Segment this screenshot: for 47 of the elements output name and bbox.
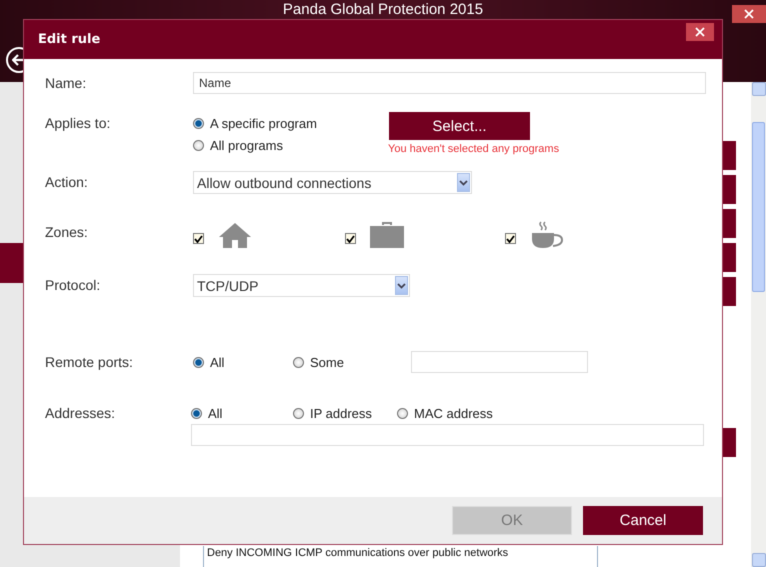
ports-field[interactable] xyxy=(411,351,588,373)
checkbox[interactable] xyxy=(505,233,516,244)
app-close-button[interactable] xyxy=(732,5,766,23)
radio-button[interactable]: A specific program xyxy=(193,112,333,134)
field-label: Zones: xyxy=(45,223,89,242)
close-icon xyxy=(695,27,705,37)
rule-list-item[interactable]: Deny INCOMING ICMP communications over public networks xyxy=(203,546,598,567)
error-message: You haven't selected any programs xyxy=(388,143,560,155)
field-label: Addresses: xyxy=(45,404,116,423)
dialog-close-button[interactable] xyxy=(686,23,714,41)
checkbox[interactable] xyxy=(345,233,356,244)
name-field[interactable]: Name xyxy=(193,72,706,94)
action-button[interactable] xyxy=(723,243,736,272)
select-button[interactable]: Select... xyxy=(389,112,530,140)
briefcase-icon xyxy=(370,221,404,248)
action-button[interactable] xyxy=(723,277,736,306)
radio-button[interactable]: All xyxy=(191,402,293,424)
field-label: Applies to: xyxy=(45,114,112,133)
scrollbar-thumb[interactable] xyxy=(752,122,765,292)
checkbox[interactable] xyxy=(193,233,204,244)
app-title: Panda Global Protection 2015 xyxy=(282,1,484,18)
field-label: Protocol: xyxy=(45,276,102,295)
sidebar-item[interactable] xyxy=(0,243,23,283)
dialog-title: Edit rule xyxy=(38,32,100,47)
field-label: Name: xyxy=(45,74,88,93)
cancel-button[interactable]: Cancel xyxy=(583,506,703,535)
scroll-down-button[interactable] xyxy=(752,553,766,567)
field-label: Remote ports: xyxy=(45,353,134,372)
field-label: Action: xyxy=(45,173,89,192)
address-field[interactable] xyxy=(191,424,704,446)
radio-button[interactable]: IP address xyxy=(293,402,397,424)
action-button[interactable] xyxy=(723,209,736,238)
protocol-dropdown[interactable]: TCP/UDP xyxy=(193,274,410,297)
radio-button[interactable]: All programs xyxy=(193,134,333,156)
scroll-up-button[interactable] xyxy=(752,82,766,96)
action-button[interactable] xyxy=(723,428,736,457)
radio-button[interactable]: Some xyxy=(293,351,393,373)
action-button[interactable] xyxy=(723,175,736,204)
radio-button[interactable]: All xyxy=(193,351,293,373)
chevron-down-icon xyxy=(397,282,406,288)
action-button[interactable] xyxy=(723,141,736,170)
chevron-down-icon xyxy=(459,180,468,186)
close-icon xyxy=(744,9,754,19)
coffee-cup-icon xyxy=(530,221,564,248)
radio-button[interactable]: MAC address xyxy=(397,402,501,424)
action-dropdown[interactable]: Allow outbound connections xyxy=(193,171,472,194)
house-icon xyxy=(218,221,252,248)
